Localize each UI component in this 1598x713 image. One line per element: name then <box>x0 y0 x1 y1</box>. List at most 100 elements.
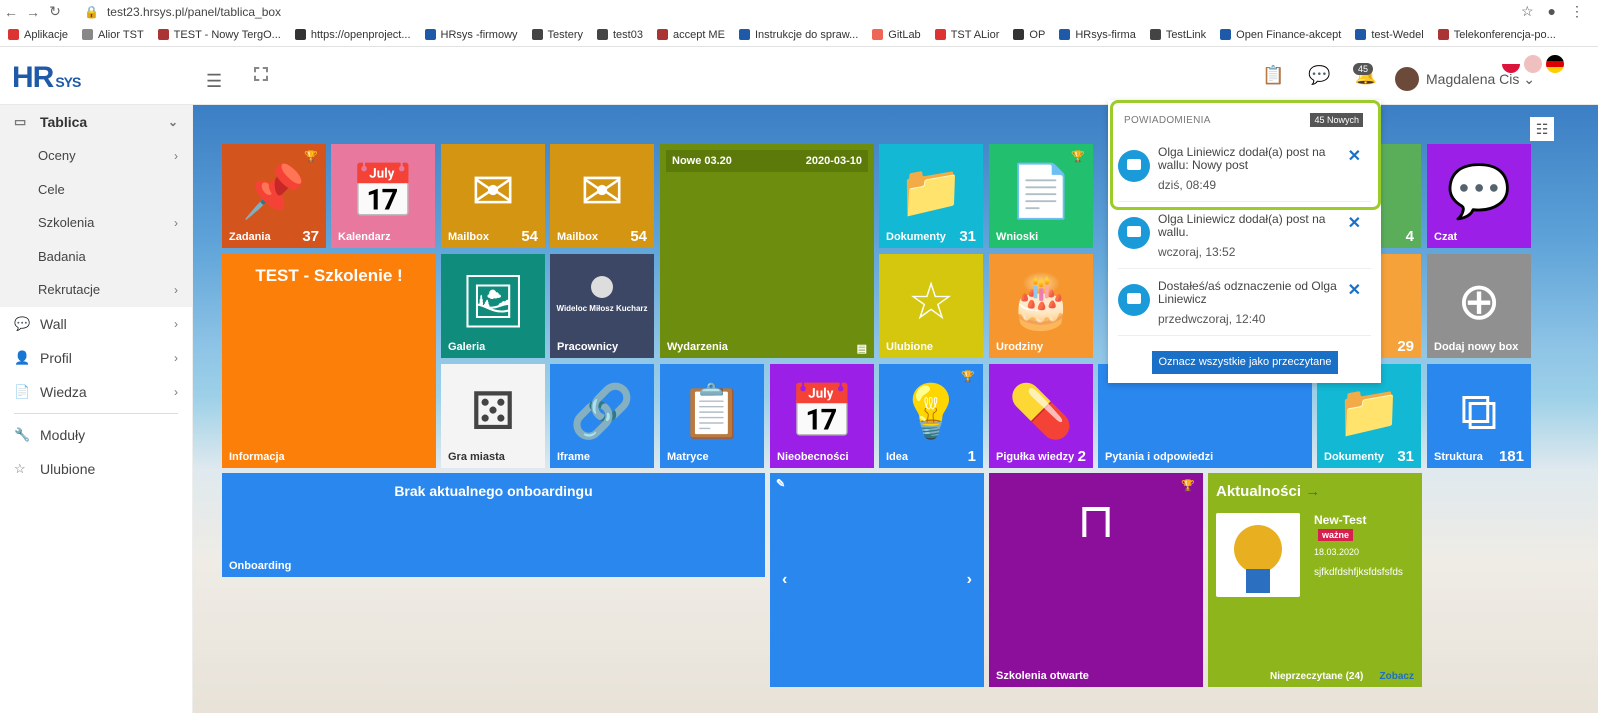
sidebar-subitem-cele[interactable]: Cele <box>0 172 192 206</box>
close-icon[interactable]: ✕ <box>1348 280 1361 300</box>
bookmark-icon <box>1355 29 1367 40</box>
sidebar-item-moduly[interactable]: 🔧 Moduły <box>0 418 192 452</box>
chat-icon[interactable]: 💬 <box>1308 65 1330 86</box>
url-text[interactable]: test23.hrsys.pl/panel/tablica_box <box>107 5 281 19</box>
notification-item[interactable]: Olga Liniewicz dodał(a) post na wallu: N… <box>1118 140 1371 202</box>
bookmark-item[interactable]: accept ME <box>656 29 725 41</box>
bookmark-icon <box>294 29 306 40</box>
de-flag-icon[interactable] <box>1546 55 1564 73</box>
bookmark-item[interactable]: Telekonferencja-po... <box>1437 29 1556 41</box>
bookmark-item[interactable]: test-Wedel <box>1355 29 1424 41</box>
zobacz-link[interactable]: Zobacz <box>1380 671 1414 682</box>
tile-mailbox-2[interactable]: ✉ Mailbox 54 <box>550 144 654 248</box>
pl-flag-icon[interactable] <box>1502 55 1520 73</box>
tile-aktualnosci[interactable]: Aktualności → New-Test ważne 18.03.2020 … <box>1208 473 1422 687</box>
sidebar-subitem-badania[interactable]: Badania <box>0 239 192 273</box>
tile-zadania[interactable]: 🏆 📌 Zadania 37 <box>222 144 326 248</box>
calendar-icon: 📅 <box>350 162 416 221</box>
sidebar-item-wall[interactable]: 💬 Wall › <box>0 307 192 341</box>
bookmark-item[interactable]: Instrukcje do spraw... <box>738 29 858 41</box>
sidebar-subitem-oceny[interactable]: Oceny › <box>0 139 192 173</box>
tile-pigulka-wiedzy[interactable]: 💊 Pigułka wiedzy 2 <box>989 364 1093 468</box>
trophy-icon: 🏆 <box>1071 151 1085 163</box>
tile-wydarzenia[interactable]: Nowe 03.20 2020-03-10 Wydarzenia ▤ <box>660 144 874 358</box>
clipboard-icon[interactable]: 📋 <box>1262 65 1284 86</box>
tile-dokumenty-1[interactable]: 📁 Dokumenty 31 <box>879 144 983 248</box>
sidebar-subitem-rekrutacje[interactable]: Rekrutacje › <box>0 273 192 307</box>
tile-hidden-29[interactable]: 29 <box>1381 254 1421 358</box>
tile-urodziny[interactable]: 🎂 Urodziny <box>989 254 1093 358</box>
settings-sliders-icon[interactable]: ☷ <box>1530 117 1554 141</box>
tile-hidden-4[interactable]: 4 <box>1381 144 1421 248</box>
tile-gra-miasta[interactable]: ⚄ Gra miasta <box>441 364 545 468</box>
back-icon[interactable]: ← <box>0 4 22 20</box>
chevron-right-icon[interactable]: › <box>967 571 972 589</box>
notification-item[interactable]: Olga Liniewicz dodał(a) post na wallu. w… <box>1118 207 1371 269</box>
profile-icon[interactable]: ● <box>1548 3 1556 20</box>
bookmark-item[interactable]: Aplikacje <box>8 29 68 41</box>
user-name[interactable]: Magdalena Cis ⌄ <box>1426 71 1535 88</box>
tile-mailbox-1[interactable]: ✉ Mailbox 54 <box>441 144 545 248</box>
notification-item[interactable]: Dostałeś/aś odznaczenie od Olga Liniewic… <box>1118 274 1371 336</box>
en-flag-icon[interactable] <box>1524 55 1542 73</box>
bookmark-item[interactable]: HRsys-firma <box>1059 29 1136 41</box>
bookmark-item[interactable]: TST ALior <box>934 29 999 41</box>
mark-all-read-button[interactable]: Oznacz wszystkie jako przeczytane <box>1152 351 1338 374</box>
bookmark-item[interactable]: test03 <box>597 29 643 41</box>
fullscreen-icon[interactable] <box>254 67 268 81</box>
sidebar-item-profil[interactable]: 👤 Profil › <box>0 341 192 375</box>
reload-icon[interactable]: ↻ <box>44 3 66 20</box>
bookmark-icon <box>8 29 19 40</box>
bookmark-item[interactable]: HRsys -firmowy <box>424 29 518 41</box>
bookmark-item[interactable]: TestLink <box>1149 29 1206 41</box>
comments-icon: 💬 <box>14 315 31 331</box>
tile-matryce[interactable]: 📋 Matryce <box>660 364 764 468</box>
notifications-dropdown: POWIADOMIENIA 45 Nowych Olga Liniewicz d… <box>1108 100 1381 383</box>
pencil-icon[interactable]: ✎ <box>776 477 785 490</box>
tile-iframe[interactable]: 🔗 Iframe <box>550 364 654 468</box>
chat-bubble-icon <box>1118 284 1150 316</box>
medal-image <box>1216 513 1300 597</box>
menu-icon[interactable]: ⋮ <box>1570 3 1584 20</box>
tile-idea[interactable]: 🏆 💡 Idea 1 <box>879 364 983 468</box>
tile-nieobecnosci[interactable]: 📅 Nieobecności <box>770 364 874 468</box>
forward-icon[interactable]: → <box>22 4 44 20</box>
sidebar-item-tablica[interactable]: ▭ Tablica ⌄ <box>0 105 192 139</box>
chevron-left-icon[interactable]: ‹ <box>782 571 787 589</box>
tile-slider[interactable]: ✎ ‹ › <box>770 473 984 687</box>
bookmark-item[interactable]: Testery <box>531 29 583 41</box>
hamburger-icon[interactable]: ☰ <box>206 71 222 92</box>
tile-pracownicy[interactable]: Wideloc Miłosz Kucharz Pracownicy <box>550 254 654 358</box>
tile-onboarding[interactable]: Brak aktualnego onboardingu Onboarding <box>222 473 765 577</box>
tile-czat[interactable]: 💬 Czat <box>1427 144 1531 248</box>
tile-wnioski[interactable]: 🏆 📄 Wnioski <box>989 144 1093 248</box>
tile-kalendarz[interactable]: 📅 Kalendarz <box>331 144 435 248</box>
bookmark-item[interactable]: Open Finance-akcept <box>1220 29 1341 41</box>
star-icon: ☆ <box>907 272 955 331</box>
url-field[interactable]: 🔒 test23.hrsys.pl/panel/tablica_box <box>84 5 281 19</box>
tile-szkolenia-otwarte[interactable]: 🏆 ⊓ Szkolenia otwarte <box>989 473 1203 687</box>
close-icon[interactable]: ✕ <box>1348 213 1361 233</box>
trophy-icon: 🏆 <box>961 371 975 383</box>
tile-ulubione[interactable]: ☆ Ulubione <box>879 254 983 358</box>
sidebar-item-ulubione[interactable]: ☆ Ulubione <box>0 452 192 486</box>
document-icon: 📄 <box>1008 162 1074 221</box>
bookmark-item[interactable]: GitLab <box>872 29 921 41</box>
hrsys-logo[interactable]: HR SYS <box>12 61 81 95</box>
sidebar-item-wiedza[interactable]: 📄 Wiedza › <box>0 375 192 409</box>
bookmark-item[interactable]: Alior TST <box>82 29 144 41</box>
sidebar-subitem-szkolenia[interactable]: Szkolenia › <box>0 206 192 240</box>
bookmark-icon <box>82 29 94 40</box>
chevron-down-icon: ⌄ <box>167 115 178 129</box>
tile-galeria[interactable]: 🖼 Galeria <box>441 254 545 358</box>
bookmark-item[interactable]: OP <box>1013 29 1045 41</box>
tile-informacja[interactable]: TEST - Szkolenie ! Informacja <box>222 254 436 468</box>
bookmark-item[interactable]: TEST - Nowy TergO... <box>157 29 281 41</box>
star-icon[interactable]: ☆ <box>1521 3 1534 20</box>
arrow-right-icon[interactable]: → <box>1305 483 1320 500</box>
avatar[interactable] <box>1395 67 1419 91</box>
close-icon[interactable]: ✕ <box>1348 146 1361 166</box>
tile-dodaj-nowy-box[interactable]: ⊕ Dodaj nowy box <box>1427 254 1531 358</box>
tile-struktura[interactable]: ⧉ Struktura 181 <box>1427 364 1531 468</box>
bookmark-item[interactable]: https://openproject... <box>294 29 411 41</box>
